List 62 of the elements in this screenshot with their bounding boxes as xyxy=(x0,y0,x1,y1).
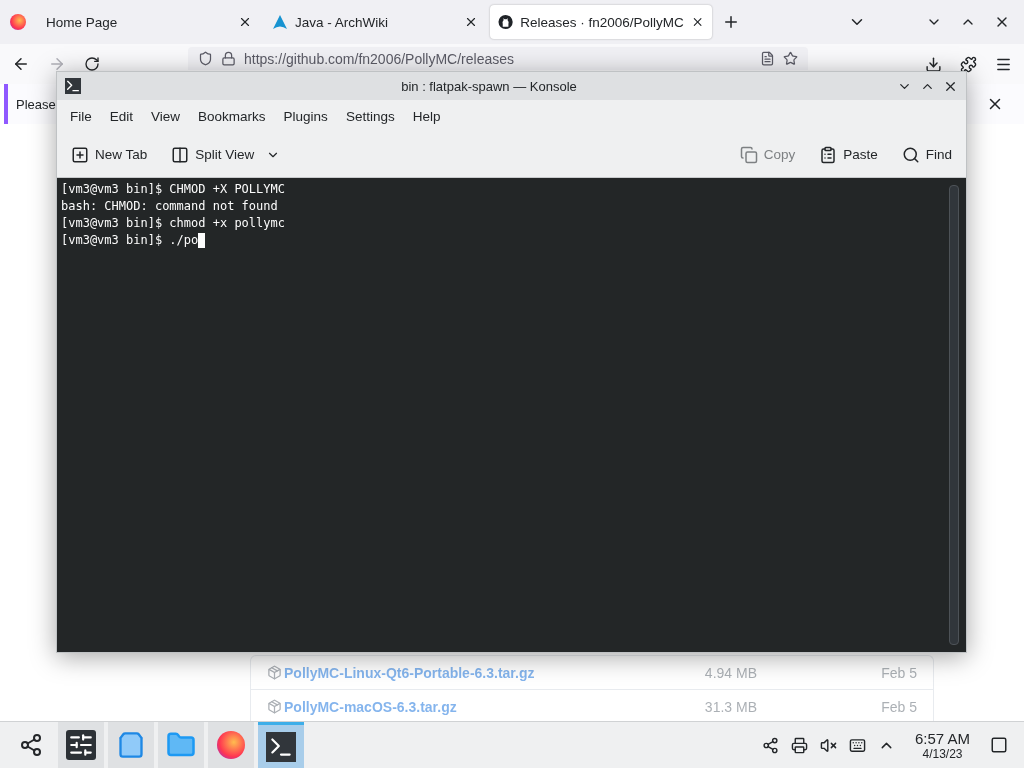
network-icon[interactable] xyxy=(761,736,779,754)
toolbar-button[interactable]: New Tab xyxy=(67,141,152,168)
url-field[interactable]: https://github.com/fn2006/PollyMC/releases xyxy=(188,47,808,70)
asset-date: Feb 5 xyxy=(880,664,917,681)
github-logo-icon xyxy=(498,14,514,30)
notification-text: Please xyxy=(16,96,56,112)
taskbar-app[interactable] xyxy=(258,722,304,768)
paste-icon xyxy=(819,145,838,164)
bookmark-icon[interactable] xyxy=(783,51,798,66)
text-cursor xyxy=(198,233,206,248)
taskbar-app[interactable] xyxy=(58,722,104,768)
toolbar-button[interactable]: Find xyxy=(897,141,956,168)
toolbar-button[interactable]: Paste xyxy=(815,141,882,168)
toolbar-button[interactable]: Split View xyxy=(167,141,285,168)
terminal-line: bash: CHMOD: command not found xyxy=(61,198,278,215)
firefox-icon[interactable] xyxy=(10,14,26,30)
arch-logo-icon xyxy=(272,14,288,30)
asset-date: Feb 5 xyxy=(880,698,917,715)
browser-tab[interactable]: Java - ArchWiki xyxy=(264,5,486,39)
new-tab-icon[interactable] xyxy=(722,13,740,31)
window-title: bin : flatpak-spawn — Konsole xyxy=(400,78,578,94)
search-icon xyxy=(901,145,920,164)
menu-item[interactable]: View xyxy=(142,108,190,124)
clock-time: 6:57 AM xyxy=(914,729,970,747)
terminal-line: [vm3@vm3 bin]$ CHMOD +X POLLYMC xyxy=(61,181,285,198)
package-icon xyxy=(267,665,282,680)
menu-item[interactable]: Edit xyxy=(100,108,143,124)
shield-icon xyxy=(198,51,213,66)
menu-item[interactable]: Help xyxy=(403,108,450,124)
menu-item[interactable]: File xyxy=(61,108,101,124)
close-icon[interactable] xyxy=(238,15,252,29)
clock[interactable]: 6:57 AM 4/13/23 xyxy=(906,729,978,761)
asset-size: 31.3 MB xyxy=(703,698,757,715)
terminal-line: [vm3@vm3 bin]$ chmod +x pollymc xyxy=(61,215,285,232)
menu-item[interactable]: Plugins xyxy=(274,108,337,124)
terminal-line: [vm3@vm3 bin]$ ./po xyxy=(61,232,199,249)
app-launcher-icon[interactable] xyxy=(19,733,43,757)
terminal-icon xyxy=(65,78,81,94)
clipboard-icon[interactable] xyxy=(790,736,808,754)
back-icon[interactable] xyxy=(12,55,30,73)
asset-size: 4.94 MB xyxy=(703,664,757,681)
package-icon xyxy=(267,699,282,714)
split-view-icon xyxy=(171,145,190,164)
settings-icon[interactable] xyxy=(66,730,96,760)
firefox-icon[interactable] xyxy=(217,731,245,759)
clock-date: 4/13/23 xyxy=(922,746,963,761)
reload-icon[interactable] xyxy=(84,56,100,72)
close-icon[interactable] xyxy=(464,15,478,29)
terminal-icon[interactable] xyxy=(266,731,296,762)
reader-view-icon[interactable] xyxy=(760,51,775,66)
keyboard-layout-icon[interactable] xyxy=(848,736,866,754)
new-tab-icon xyxy=(71,145,89,164)
browser-tab[interactable]: Home Page xyxy=(38,5,260,39)
menu-item[interactable]: Bookmarks xyxy=(189,108,275,124)
menu-item[interactable]: Settings xyxy=(336,108,404,124)
lock-icon xyxy=(221,51,236,66)
puzzle-icon[interactable] xyxy=(960,55,977,73)
show-desktop-icon[interactable] xyxy=(990,736,1008,754)
muted-speaker-icon[interactable] xyxy=(819,736,837,754)
browser-tab[interactable]: Releases · fn2006/PollyMC xyxy=(490,5,712,39)
copy-icon xyxy=(739,145,758,164)
download-icon[interactable] xyxy=(925,55,942,73)
